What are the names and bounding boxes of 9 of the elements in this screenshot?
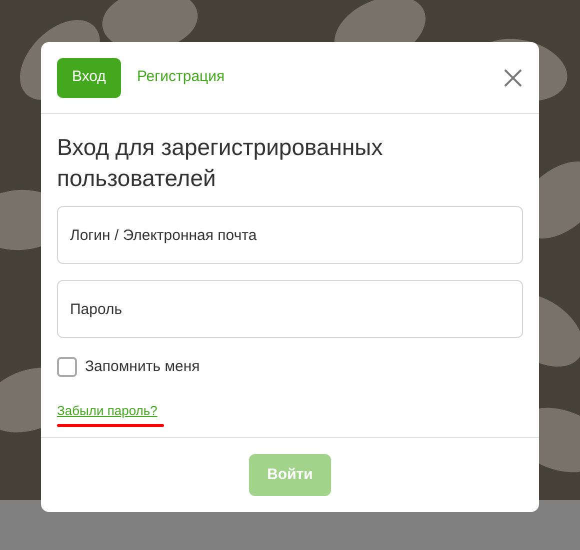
checkbox[interactable]: [57, 357, 77, 378]
forgot-password-link[interactable]: Забыли пароль?: [57, 400, 158, 420]
dialog-heading: Вход для зарегистрированных пользователей: [57, 133, 384, 193]
tab[interactable]: Вход: [57, 58, 121, 98]
close-icon[interactable]: [503, 68, 523, 88]
tab[interactable]: Регистрация: [128, 58, 233, 98]
input-field[interactable]: Пароль: [57, 280, 523, 338]
checkbox-label: Запомнить меня: [85, 357, 200, 377]
input-field[interactable]: Логин / Электронная почта: [57, 206, 523, 264]
